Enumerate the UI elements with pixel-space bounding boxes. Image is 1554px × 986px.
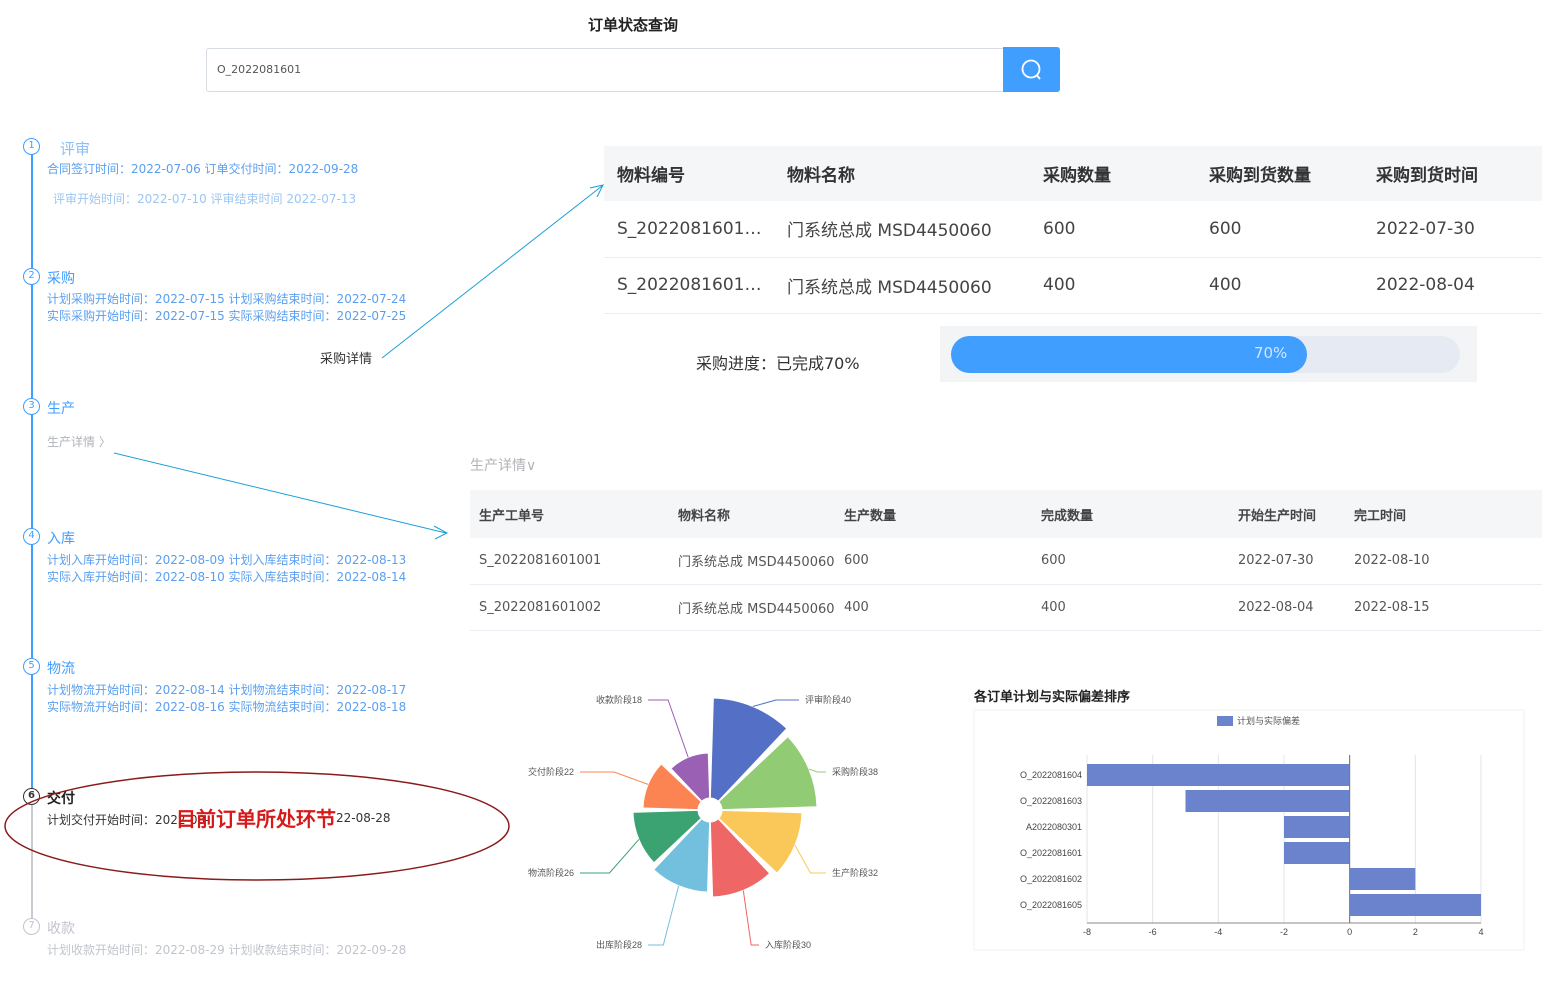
connector-arrows	[113, 184, 604, 540]
x-tick-label: 2	[1413, 927, 1418, 937]
deviation-bar	[1349, 894, 1481, 916]
deviation-bar-chart: 计划与实际偏差 -8 -6 -4 -2 0 2 4 O_2022081604 O_20220816…	[973, 709, 1525, 951]
production-col-header: 完工时间	[1345, 490, 1542, 538]
table-cell: 600	[1030, 201, 1196, 258]
x-tick-label: -4	[1214, 927, 1222, 937]
payment-plan-info: 计划收款开始时间：2022-08-29 计划收款结束时间：2022-09-28	[47, 943, 407, 957]
logistics-actual-info: 实际物流开始时间：2022-08-16 实际物流结束时间：2022-08-18	[47, 700, 407, 714]
table-cell: 600	[1032, 538, 1229, 585]
table-cell: 600	[835, 538, 1032, 585]
table-cell: 2022-08-04	[1363, 257, 1542, 314]
table-cell: 400	[1032, 584, 1229, 631]
rose-slice-label: 采购阶段38	[832, 766, 878, 777]
legend-swatch	[1217, 716, 1233, 726]
y-category-label: O_2022081604	[1020, 770, 1082, 780]
rose-label-line	[742, 890, 759, 946]
y-category-label: A2022080301	[1026, 822, 1082, 832]
purchase-col-header: 采购到货时间	[1363, 146, 1542, 201]
logistics-plan-info: 计划物流开始时间：2022-08-14 计划物流结束时间：2022-08-17	[47, 683, 407, 697]
purchase-table: 物料编号 物料名称 采购数量 采购到货数量 采购到货时间 S_202208160…	[604, 146, 1542, 314]
table-cell: 门系统总成 MSD4450060	[669, 538, 835, 585]
table-row: S_2022081601… 门系统总成 MSD4450060 400 400 2…	[604, 257, 1542, 314]
table-cell: 2022-08-04	[1229, 584, 1345, 631]
rose-label-line	[648, 699, 689, 758]
x-tick-label: -6	[1149, 927, 1157, 937]
rose-label-line	[752, 699, 799, 708]
deviation-bar	[1185, 790, 1350, 812]
step-title-payment: 收款	[47, 921, 75, 937]
rose-label-line	[580, 771, 649, 785]
purchase-col-header: 物料编号	[604, 146, 774, 201]
current-stage-ellipse	[4, 771, 510, 881]
y-category-label: O_2022081601	[1020, 848, 1082, 858]
progress-fill: 70%	[951, 336, 1308, 373]
rose-label-line	[808, 768, 826, 773]
y-category-label: O_2022081603	[1020, 796, 1082, 806]
table-cell: 400	[1030, 257, 1196, 314]
deviation-bar	[1349, 868, 1416, 890]
production-table: 生产工单号 物料名称 生产数量 完成数量 开始生产时间 完工时间 S_20220…	[470, 490, 1542, 631]
step-number-7: 7	[23, 918, 40, 935]
warehousing-actual-info: 实际入库开始时间：2022-08-10 实际入库结束时间：2022-08-14	[47, 570, 407, 584]
table-row: S_2022081601… 门系统总成 MSD4450060 600 600 2…	[604, 201, 1542, 258]
production-col-header: 完成数量	[1032, 490, 1229, 538]
purchase-col-header: 采购数量	[1030, 146, 1196, 201]
search-icon	[1021, 59, 1041, 80]
table-cell: 门系统总成 MSD4450060	[774, 257, 1030, 314]
table-row: S_2022081601001 门系统总成 MSD4450060 600 600…	[470, 538, 1542, 585]
deviation-chart-title: 各订单计划与实际偏差排序	[974, 690, 1131, 705]
table-cell: 门系统总成 MSD4450060	[774, 201, 1030, 258]
table-cell: S_2022081601…	[604, 201, 774, 258]
step-number-5: 5	[23, 658, 40, 675]
production-col-header: 开始生产时间	[1229, 490, 1345, 538]
purchase-progress-label: 采购进度：已完成70%	[696, 354, 860, 373]
rose-label-line	[794, 844, 826, 874]
production-detail-toggle[interactable]: 生产详情∨	[470, 455, 536, 475]
table-cell: 600	[1196, 201, 1363, 258]
table-cell: 2022-07-30	[1363, 201, 1542, 258]
rose-slice-label: 交付阶段22	[528, 766, 574, 777]
rose-label-line	[580, 839, 640, 874]
rose-slice-label: 收款阶段18	[596, 694, 642, 705]
deviation-bar	[1087, 764, 1350, 786]
production-col-header: 生产工单号	[470, 490, 669, 538]
rose-label-line	[648, 885, 680, 946]
rose-slice-label: 物流阶段26	[528, 867, 574, 878]
y-category-label: O_2022081602	[1020, 874, 1082, 884]
deviation-bar	[1284, 816, 1350, 838]
table-cell: 2022-07-30	[1229, 538, 1345, 585]
table-cell: 400	[835, 584, 1032, 631]
production-col-header: 物料名称	[669, 490, 835, 538]
progress-percent: 70%	[1253, 344, 1288, 362]
table-cell: 400	[1196, 257, 1363, 314]
x-tick-label: -2	[1280, 927, 1288, 937]
x-tick-label: 4	[1478, 927, 1483, 937]
rose-slice-label: 生产阶段32	[832, 867, 878, 878]
search-button[interactable]	[1003, 47, 1060, 92]
stage-rose-chart: 评审阶段40 采购阶段38 生产阶段32 入库阶段30 出库阶段28 物流阶段26 交付阶段…	[528, 694, 878, 950]
table-cell: S_2022081601…	[604, 257, 774, 314]
table-cell: S_2022081601001	[470, 538, 669, 585]
purchase-col-header: 采购到货数量	[1196, 146, 1363, 201]
x-tick-label: 0	[1347, 927, 1352, 937]
production-col-header: 生产数量	[835, 490, 1032, 538]
rose-slice-label: 出库阶段28	[596, 939, 642, 950]
x-tick-label: -8	[1083, 927, 1091, 937]
table-row: S_2022081601002 门系统总成 MSD4450060 400 400…	[470, 584, 1542, 631]
legend-label: 计划与实际偏差	[1237, 715, 1300, 726]
step-title-logistics: 物流	[47, 661, 75, 677]
rose-slice-label: 评审阶段40	[805, 694, 851, 705]
table-cell: 2022-08-10	[1345, 538, 1542, 585]
rose-slice-label: 入库阶段30	[765, 939, 811, 950]
purchase-col-header: 物料名称	[774, 146, 1030, 201]
table-cell: 门系统总成 MSD4450060	[669, 584, 835, 631]
table-cell: 2022-08-15	[1345, 584, 1542, 631]
y-category-label: O_2022081605	[1020, 900, 1082, 910]
table-cell: S_2022081601002	[470, 584, 669, 631]
deviation-bar	[1284, 842, 1350, 864]
